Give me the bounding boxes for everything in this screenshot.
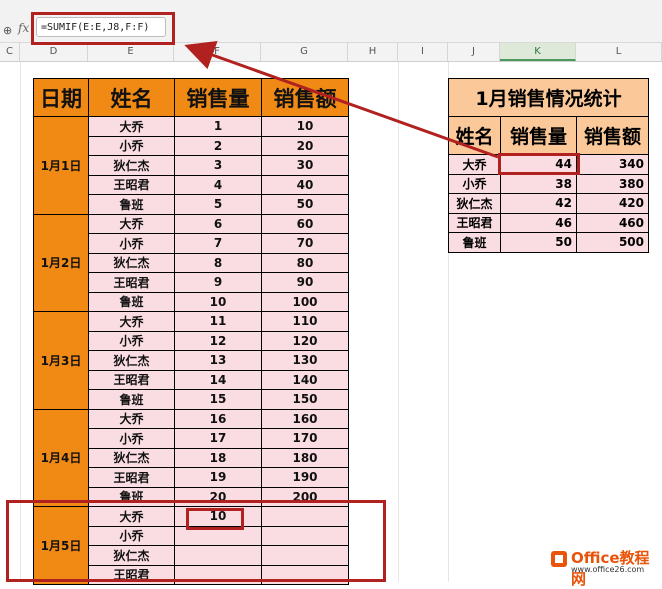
qty-cell[interactable]: 15 bbox=[174, 389, 262, 410]
qty-cell[interactable]: 10 bbox=[174, 291, 262, 312]
table-row: 1月5日 大乔 10 bbox=[33, 506, 349, 585]
qty-cell[interactable] bbox=[174, 525, 262, 546]
name-cell[interactable]: 狄仁杰 bbox=[88, 252, 175, 273]
name-cell[interactable]: 王昭君 bbox=[88, 369, 175, 390]
amount-cell[interactable]: 180 bbox=[261, 447, 349, 468]
qty-cell[interactable] bbox=[174, 545, 262, 566]
qty-cell[interactable]: 6 bbox=[174, 213, 262, 234]
name-cell[interactable]: 小乔 bbox=[88, 233, 175, 254]
date-cell[interactable]: 1月3日 bbox=[33, 311, 89, 410]
table-row: 1月2日 大乔 6 60 bbox=[33, 213, 349, 312]
amount-cell[interactable]: 120 bbox=[261, 330, 349, 351]
summary-name-cell[interactable]: 鲁班 bbox=[448, 232, 501, 253]
qty-cell[interactable]: 10 bbox=[174, 506, 262, 527]
amount-cell[interactable]: 60 bbox=[261, 213, 349, 234]
qty-cell[interactable]: 13 bbox=[174, 350, 262, 371]
summary-row: 王昭君 46 460 bbox=[448, 212, 649, 233]
summary-qty-cell[interactable]: 50 bbox=[500, 232, 577, 253]
qty-cell[interactable]: 19 bbox=[174, 467, 262, 488]
summary-amount-cell[interactable]: 460 bbox=[576, 212, 649, 233]
qty-cell[interactable]: 20 bbox=[174, 486, 262, 507]
name-cell[interactable]: 大乔 bbox=[88, 311, 175, 332]
amount-cell[interactable]: 160 bbox=[261, 408, 349, 429]
office-logo-icon bbox=[551, 551, 567, 567]
qty-cell[interactable]: 17 bbox=[174, 428, 262, 449]
amount-cell[interactable]: 150 bbox=[261, 389, 349, 410]
name-cell[interactable]: 小乔 bbox=[88, 525, 175, 546]
name-cell[interactable]: 大乔 bbox=[88, 506, 175, 527]
amount-cell[interactable] bbox=[261, 545, 349, 566]
amount-cell[interactable]: 110 bbox=[261, 311, 349, 332]
name-cell[interactable]: 王昭君 bbox=[88, 467, 175, 488]
summary-amount-cell[interactable]: 500 bbox=[576, 232, 649, 253]
amount-cell[interactable]: 140 bbox=[261, 369, 349, 390]
table-row: 1月3日 大乔 11 110 bbox=[33, 311, 349, 410]
qty-cell[interactable]: 9 bbox=[174, 272, 262, 293]
amount-cell[interactable]: 130 bbox=[261, 350, 349, 371]
name-cell[interactable]: 鲁班 bbox=[88, 291, 175, 312]
amount-cell[interactable]: 200 bbox=[261, 486, 349, 507]
name-cell[interactable]: 狄仁杰 bbox=[88, 350, 175, 371]
amount-cell[interactable]: 80 bbox=[261, 252, 349, 273]
date-cell[interactable]: 1月5日 bbox=[33, 506, 89, 585]
name-cell[interactable]: 大乔 bbox=[88, 408, 175, 429]
qty-cell[interactable]: 14 bbox=[174, 369, 262, 390]
summary-name-cell[interactable]: 王昭君 bbox=[448, 212, 501, 233]
name-cell[interactable]: 小乔 bbox=[88, 428, 175, 449]
name-cell[interactable]: 大乔 bbox=[88, 213, 175, 234]
amount-cell[interactable]: 190 bbox=[261, 467, 349, 488]
name-cell[interactable]: 鲁班 bbox=[88, 389, 175, 410]
summary-row: 鲁班 50 500 bbox=[448, 232, 649, 253]
amount-cell[interactable]: 70 bbox=[261, 233, 349, 254]
qty-cell[interactable]: 18 bbox=[174, 447, 262, 468]
summary-qty-cell[interactable]: 46 bbox=[500, 212, 577, 233]
qty-cell[interactable]: 8 bbox=[174, 252, 262, 273]
qty-cell[interactable]: 7 bbox=[174, 233, 262, 254]
amount-cell[interactable]: 170 bbox=[261, 428, 349, 449]
amount-cell[interactable]: 100 bbox=[261, 291, 349, 312]
table-row: 1月4日 大乔 16 160 bbox=[33, 408, 349, 507]
qty-cell[interactable]: 16 bbox=[174, 408, 262, 429]
name-cell[interactable]: 狄仁杰 bbox=[88, 447, 175, 468]
amount-cell[interactable] bbox=[261, 506, 349, 527]
name-cell[interactable]: 王昭君 bbox=[88, 272, 175, 293]
date-cell[interactable]: 1月4日 bbox=[33, 408, 89, 507]
amount-cell[interactable]: 90 bbox=[261, 272, 349, 293]
arrow-to-formula bbox=[184, 40, 499, 159]
name-cell[interactable]: 小乔 bbox=[88, 330, 175, 351]
annotation-arrows bbox=[184, 40, 499, 159]
amount-cell[interactable] bbox=[261, 525, 349, 546]
name-cell[interactable]: 狄仁杰 bbox=[88, 545, 175, 566]
site-logo: Office教程网 www.office26.com bbox=[549, 545, 661, 588]
name-cell[interactable]: 鲁班 bbox=[88, 486, 175, 507]
qty-cell[interactable]: 11 bbox=[174, 311, 262, 332]
date-cell[interactable]: 1月2日 bbox=[33, 213, 89, 312]
qty-cell[interactable]: 12 bbox=[174, 330, 262, 351]
logo-url: www.office26.com bbox=[571, 565, 645, 574]
